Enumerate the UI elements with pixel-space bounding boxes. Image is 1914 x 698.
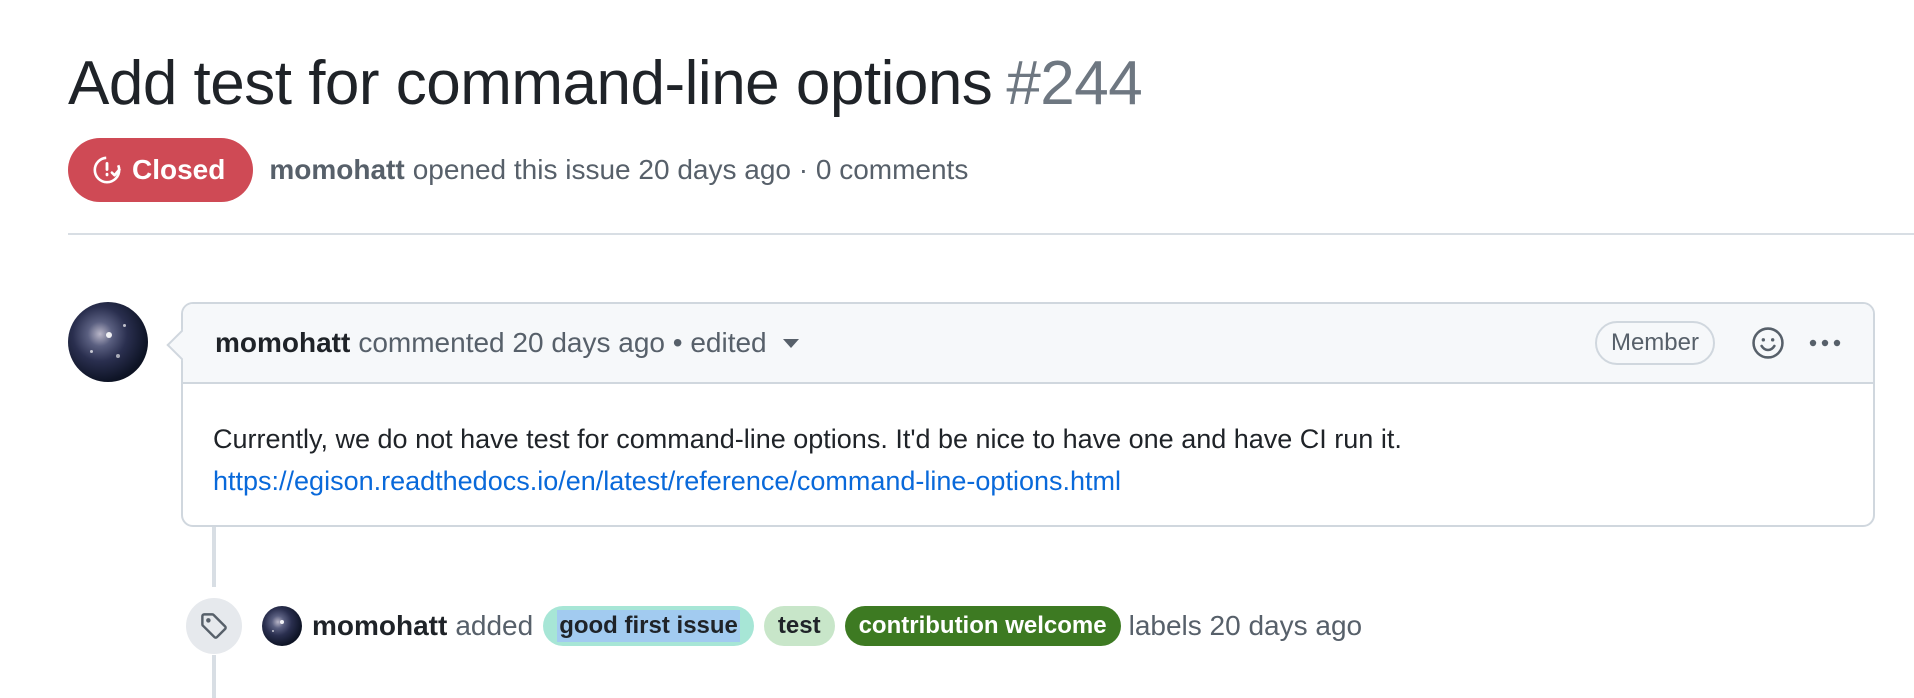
issue-author-link[interactable]: momohatt (269, 154, 404, 186)
edit-history-dropdown-icon[interactable] (782, 338, 799, 348)
state-label: Closed (132, 154, 226, 185)
label-test[interactable]: test (763, 606, 835, 646)
label-good-first-issue-text: good first issue (557, 610, 740, 642)
event-action: added (455, 610, 534, 641)
label-contribution-welcome[interactable]: contribution welcome (844, 606, 1121, 646)
kebab-icon (1809, 339, 1841, 347)
issue-closed-icon (93, 156, 121, 184)
timeline-line (212, 527, 216, 587)
issue-opened-text: opened this issue 20 days ago · 0 commen… (412, 154, 969, 185)
issue-title: Add test for command-line options (68, 49, 993, 118)
event-actor-avatar[interactable] (262, 606, 302, 646)
issue-page: Add test for command-line options #244 Cl… (0, 0, 1914, 698)
issue-title-row: Add test for command-line options #244 (68, 44, 1143, 124)
header-divider (68, 233, 1914, 235)
comment-text: Currently, we do not have test for comma… (213, 424, 1402, 454)
role-badge: Member (1594, 321, 1715, 365)
event-actor-link[interactable]: momohatt (312, 610, 447, 642)
comment-header: momohatt commented 20 days ago • edited … (183, 304, 1873, 384)
smiley-icon (1752, 327, 1784, 359)
tag-icon (201, 613, 227, 639)
issue-number: #244 (1006, 49, 1143, 118)
event-tail-text: labels 20 days ago (1128, 610, 1363, 641)
comment-box: momohatt commented 20 days ago • edited … (181, 302, 1875, 527)
label-event: momohatt added good first issue test con… (262, 602, 1362, 650)
more-options-button[interactable] (1807, 337, 1843, 349)
label-good-first-issue[interactable]: good first issue (543, 606, 754, 646)
comment-author-link[interactable]: momohatt (215, 327, 350, 359)
docs-link[interactable]: https://egison.readthedocs.io/en/latest/… (213, 466, 1121, 496)
comment-author-avatar[interactable] (68, 302, 148, 382)
issue-meta: Closed momohatt opened this issue 20 day… (68, 138, 968, 202)
comment-meta[interactable]: commented 20 days ago • edited (358, 327, 766, 359)
comment-body: Currently, we do not have test for comma… (183, 384, 1873, 502)
comment-header-actions: Member (1594, 321, 1843, 365)
label-event-badge (186, 598, 242, 654)
timeline-line (212, 655, 216, 698)
state-badge: Closed (68, 138, 254, 202)
reaction-button[interactable] (1751, 326, 1785, 360)
